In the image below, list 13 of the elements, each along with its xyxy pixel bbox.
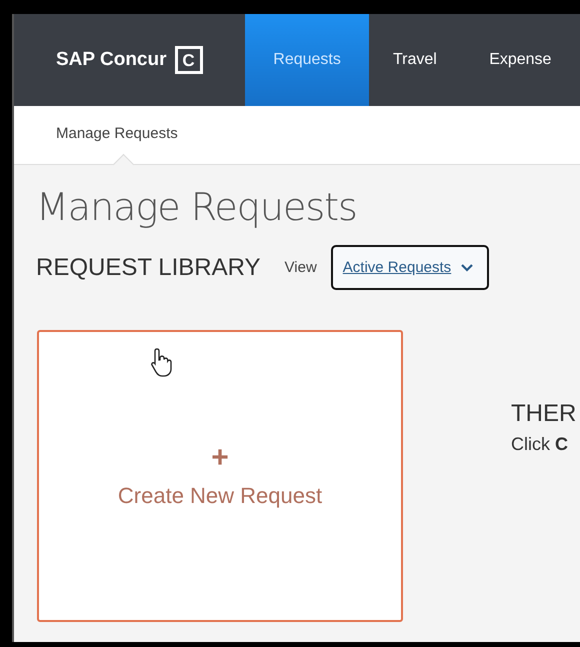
create-request-card[interactable]: + Create New Request: [37, 330, 403, 622]
empty-state-hint: Click C: [511, 434, 569, 455]
section-heading: REQUEST LIBRARY: [36, 254, 261, 282]
nav-tab[interactable]: Expense: [460, 14, 580, 106]
hand-cursor-icon: [150, 347, 174, 379]
brand-name: SAP Concur: [56, 49, 167, 71]
chevron-down-icon: [461, 264, 474, 272]
empty-state-heading: THER: [511, 400, 576, 428]
nav-tab[interactable]: Travel: [369, 14, 461, 106]
view-dropdown[interactable]: Active Requests: [330, 245, 490, 290]
view-label: View: [284, 259, 317, 276]
page-title: Manage Requests: [36, 185, 358, 229]
brand-logo: C: [174, 46, 203, 74]
